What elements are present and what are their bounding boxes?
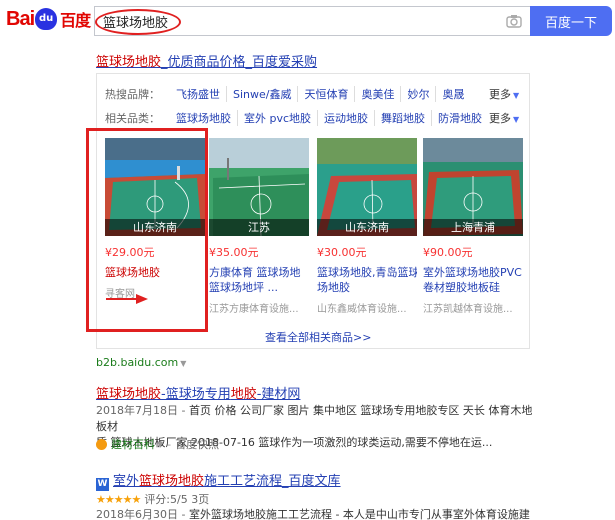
wenku-doc-icon: W [96, 478, 109, 491]
related-item[interactable]: 室外 pvc地胶 [238, 110, 319, 126]
product-price: ¥90.00元 [423, 246, 473, 259]
brand-item[interactable]: 奥美佳 [355, 86, 402, 102]
related-item[interactable]: 舞蹈地胶 [375, 110, 433, 126]
result-date: 2018年7月18日 - [96, 404, 189, 417]
search-input[interactable] [103, 11, 483, 31]
product-card[interactable]: 上海青浦 ¥90.00元 室外篮球场地胶PVC 卷材塑胶地板硅 江苏凯越体育设施.… [423, 138, 523, 315]
product-image[interactable]: 江苏 [209, 138, 309, 236]
product-location: 山东济南 [317, 219, 417, 236]
result-snippet: 2018年6月30日 - 室外篮球场地胶施工工艺流程 - 本人是中山市专门从事室… [96, 507, 536, 520]
product-name[interactable]: 篮球场地胶,青岛篮球 场地胶 [317, 265, 417, 295]
baidu-logo[interactable]: Bai du 百度 [6, 6, 91, 32]
brand-item[interactable]: 天恒体育 [298, 86, 356, 102]
ad-title-link[interactable]: 篮球场地胶_优质商品价格_百度爱采购 [96, 51, 317, 70]
result-title-part: -建材网 [256, 387, 301, 402]
product-image[interactable]: 上海青浦 [423, 138, 523, 236]
brands-label: 热搜品牌： [105, 88, 160, 101]
red-arrow-icon [106, 294, 148, 304]
source-badge-icon [96, 438, 107, 450]
result-title-link[interactable]: 篮球场地胶-篮球场专用地胶-建材网 [96, 383, 300, 402]
brands-more-button[interactable]: 更多 ▼ [489, 86, 519, 102]
product-card[interactable]: 江苏 ¥35.00元 方康体育 篮球场地 篮球场地坪 ... 江苏方康体育设施..… [209, 138, 309, 315]
product-name[interactable]: 室外篮球场地胶PVC 卷材塑胶地板硅 [423, 265, 523, 295]
logo-cn: 百度 [60, 13, 91, 30]
more-label: 更多 [489, 88, 511, 101]
product-image[interactable]: 山东济南 [317, 138, 417, 236]
header: Bai du 百度 百度一下 [0, 0, 615, 42]
result-title-part: 地胶 [230, 387, 257, 402]
product-name[interactable]: 方康体育 篮球场地 篮球场地坪 ... [209, 265, 309, 295]
separator: - [167, 437, 172, 451]
ad-title-rest: _优质商品价格_百度爱采购 [161, 55, 318, 70]
product-price: ¥30.00元 [317, 246, 367, 259]
ad-source-url[interactable]: b2b.baidu.com ▼ [96, 356, 186, 369]
related-item[interactable]: 篮球场地胶 [170, 110, 238, 126]
product-seller: 江苏凯越体育设施... [423, 304, 513, 315]
related-label: 相关品类： [105, 112, 160, 125]
search-box [94, 6, 530, 36]
brand-item[interactable]: Sinwe/鑫威 [227, 86, 299, 102]
more-label: 更多 [489, 112, 511, 125]
source-url-text: b2b.baidu.com [96, 356, 179, 369]
product-name-line2: 篮球场地坪 ... [209, 281, 278, 294]
result-title-part: 篮球场地胶 [139, 474, 205, 489]
result-date: 2018年6月30日 - [96, 508, 189, 520]
camera-icon[interactable] [506, 14, 522, 28]
product-location: 上海青浦 [423, 219, 523, 236]
product-seller: 江苏方康体育设施... [209, 304, 299, 315]
related-row: 相关品类： 篮球场地胶 室外 pvc地胶 运动地胶 舞蹈地胶 防滑地胶 [105, 110, 488, 126]
brand-item[interactable]: 飞扬盛世 [170, 86, 227, 102]
logo-paw-icon: du [35, 8, 58, 30]
result-title-part: -篮球场专用 [161, 387, 231, 402]
ad-title-keyword: 篮球场地胶 [96, 55, 162, 70]
product-name-line2: 场地胶 [317, 281, 350, 294]
related-item[interactable]: 运动地胶 [318, 110, 376, 126]
product-name-line1: 室外篮球场地胶PVC [423, 266, 522, 279]
related-more-button[interactable]: 更多 ▼ [489, 110, 519, 126]
product-seller: 山东鑫威体育设施... [317, 304, 407, 315]
chevron-down-icon: ▼ [513, 115, 520, 124]
result-title-part: 篮球场地胶 [96, 387, 162, 402]
logo-bai: Bai [6, 7, 35, 30]
product-name-line1: 篮球场地胶,青岛篮球 [317, 266, 417, 279]
rating-stars-icon: ★★★★★ [96, 493, 141, 506]
product-name-line2: 卷材塑胶地板硅 [423, 281, 500, 294]
snapshot-link[interactable]: 百度快照 [175, 436, 219, 452]
result-source[interactable]: 建材百科 [111, 436, 155, 452]
chevron-down-icon[interactable]: ▼ [157, 440, 163, 449]
brands-row: 热搜品牌： 飞扬盛世 Sinwe/鑫威 天恒体育 奥美佳 妙尔 奥晟 [105, 86, 470, 102]
view-all-products-link[interactable]: 查看全部相关商品>> [265, 329, 371, 345]
product-card[interactable]: 山东济南 ¥30.00元 篮球场地胶,青岛篮球 场地胶 山东鑫威体育设施... [317, 138, 417, 315]
chevron-down-icon: ▼ [513, 91, 520, 100]
brand-item[interactable]: 妙尔 [401, 86, 437, 102]
result-meta: 建材百科 ▼ - 百度快照 [96, 436, 219, 452]
result-title-link[interactable]: W 室外篮球场地胶施工工艺流程_百度文库 [96, 470, 341, 491]
related-item[interactable]: 防滑地胶 [432, 110, 488, 126]
search-button[interactable]: 百度一下 [530, 6, 612, 36]
result-title-part: 室外 [113, 474, 140, 489]
chevron-down-icon: ▼ [180, 359, 187, 368]
product-location: 江苏 [209, 219, 309, 236]
rating-text: 评分:5/5 3页 [144, 493, 210, 506]
brand-item[interactable]: 奥晟 [436, 86, 470, 102]
result-rating: ★★★★★ 评分:5/5 3页 [96, 491, 209, 507]
result-title-part: 施工工艺流程_百度文库 [204, 474, 341, 489]
product-price: ¥35.00元 [209, 246, 259, 259]
product-name-line1: 方康体育 篮球场地 [209, 266, 301, 279]
